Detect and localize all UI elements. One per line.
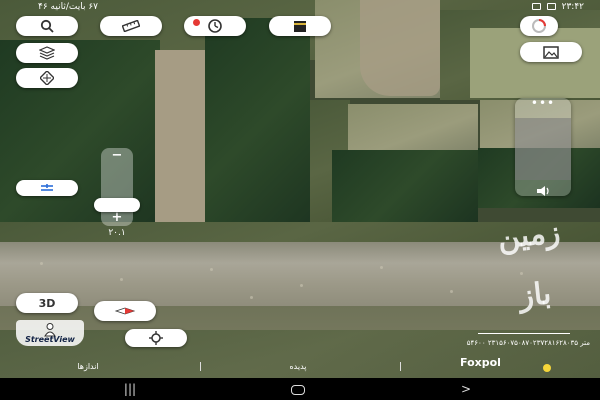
notification-dot (193, 19, 200, 26)
map-speck (40, 262, 43, 265)
map-speck (450, 290, 453, 293)
status-time: ۲۳:۴۲ (561, 2, 584, 12)
divider (400, 362, 401, 371)
grid-icon (40, 71, 54, 85)
zoom-in-button[interactable]: + (101, 210, 133, 225)
map-road (360, 0, 440, 96)
zoom-slider-thumb[interactable] (94, 198, 140, 212)
search-icon (40, 19, 54, 33)
map-field-light (470, 28, 600, 98)
map-speck (120, 278, 123, 281)
map-orchard (205, 18, 310, 240)
layers-button[interactable] (16, 43, 78, 63)
street-view-button[interactable]: StreetView (16, 320, 84, 346)
ruler-button[interactable] (100, 16, 162, 36)
measure-icon (39, 183, 55, 193)
opacity-slider[interactable]: ••• (515, 97, 571, 196)
phenomenon-label[interactable]: پدیده (268, 362, 328, 371)
three-d-button[interactable]: 3D (16, 293, 78, 313)
zoom-slider[interactable]: − + (101, 148, 133, 226)
measure-button[interactable] (16, 180, 78, 196)
scale-bar (478, 333, 570, 334)
status-bar: ۶۷ بایت/ثانیه ۴۶ ۲۳:۴۲ (0, 0, 600, 14)
image-icon (543, 45, 559, 59)
map-speck (300, 284, 303, 287)
watermark-logo: زمین باز (496, 214, 562, 315)
status-time-group: ۲۳:۴۲ (531, 0, 584, 14)
layers-icon (39, 46, 55, 60)
home-button[interactable] (278, 378, 318, 400)
map-speck (380, 266, 383, 269)
map-field (332, 150, 478, 226)
foxpol-label: Foxpol (460, 356, 501, 369)
compass-indicator-button[interactable] (520, 16, 558, 36)
status-network-speed: ۶۷ بایت/ثانیه ۴۶ (38, 2, 98, 12)
ruler-icon (122, 20, 140, 32)
back-button[interactable]: > (446, 378, 486, 400)
zoom-out-button[interactable]: − (101, 148, 133, 163)
kaaba-icon (292, 18, 308, 34)
compass-button[interactable] (94, 301, 156, 321)
status-icon (531, 3, 541, 10)
map-dirt-road (155, 50, 205, 238)
map-speck (210, 268, 213, 271)
opacity-slider-fill (515, 118, 571, 180)
image-button[interactable] (520, 42, 582, 62)
system-nav-bar: ||| > (0, 378, 600, 400)
status-icon (546, 3, 556, 10)
compass-icon (114, 305, 136, 317)
home-icon (291, 384, 305, 395)
history-button[interactable] (184, 16, 246, 36)
measurements-label[interactable]: اندازها (58, 362, 118, 371)
history-icon (207, 18, 223, 34)
scale-text: ۵۴۶۰۰ متر ۲۳۱۵۶۰۷۵۰۸۷۰۲۳۷۲۸۱۶۲۸۰۳۵ (466, 339, 590, 347)
map-speck (250, 296, 253, 299)
my-location-button[interactable] (125, 329, 187, 347)
recent-apps-button[interactable]: ||| (110, 378, 150, 400)
compass-icon (531, 18, 547, 34)
satellite-map[interactable] (0, 0, 600, 378)
street-view-label: StreetView (25, 335, 75, 344)
grid-button[interactable] (16, 68, 78, 88)
zoom-value: ۲۰.۱ (108, 228, 126, 238)
search-button[interactable] (16, 16, 78, 36)
opacity-slider-handle[interactable]: ••• (525, 97, 561, 112)
map-field-light (348, 104, 478, 152)
location-target-icon (149, 331, 163, 345)
kaaba-button[interactable] (269, 16, 331, 36)
divider (200, 362, 201, 371)
sound-icon (535, 182, 551, 201)
status-dot (543, 364, 551, 372)
